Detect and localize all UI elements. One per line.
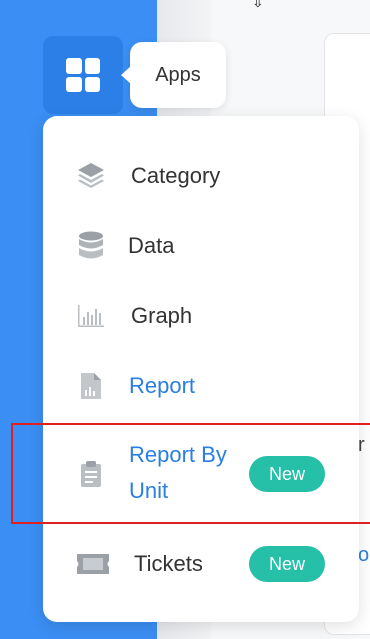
cursor-icon: ⇩ [252,0,264,10]
menu-item-label: Category [131,163,221,188]
background-link-fragment: o [358,544,370,566]
menu-item-category[interactable]: Category [43,156,359,196]
apps-grid-icon [66,58,100,92]
menu-item-graph[interactable]: Graph [43,296,359,336]
menu-item-label-line1: Report By [129,442,227,467]
menu-item-data[interactable]: Data [43,226,359,266]
new-badge: New [249,546,325,582]
layers-icon [76,160,106,190]
apps-button[interactable] [43,36,123,114]
menu-item-tickets[interactable]: Tickets New [43,544,359,584]
menu-item-report-by-unit[interactable]: Report By Unit New [43,434,359,514]
report-file-icon [76,371,106,401]
background-text-fragment: r [358,434,365,456]
bar-chart-icon [76,301,106,331]
menu-item-report[interactable]: Report [43,366,359,406]
ticket-icon [76,549,110,579]
new-badge: New [249,456,325,492]
menu-item-label-line2: Unit [129,478,169,503]
apps-tooltip-label: Apps [155,63,201,86]
menu-item-label: Graph [131,303,193,328]
menu-item-label: Report [129,373,196,398]
apps-dropdown-menu: Category Data Graph Report Report By Uni… [43,116,359,622]
app-stage: r o ⇩ Apps Category Data Graph Report Re… [0,0,370,639]
clipboard-icon [76,459,106,489]
apps-tooltip: Apps [121,42,226,108]
database-icon [76,231,106,261]
menu-item-label: Tickets [134,551,203,576]
menu-item-label: Data [128,233,175,258]
